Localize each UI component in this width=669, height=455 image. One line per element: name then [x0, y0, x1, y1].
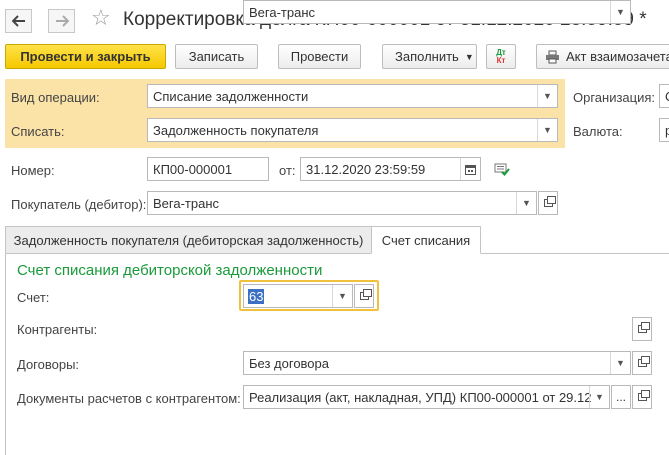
writeoff-label: Списать:	[11, 124, 65, 139]
open-docs-button[interactable]	[632, 385, 652, 409]
dropdown-arrow-icon[interactable]: ▼	[332, 285, 352, 307]
account-value: 63	[248, 289, 265, 304]
number-label: Номер:	[11, 163, 55, 178]
organization-field[interactable]: О	[659, 84, 669, 108]
tab-receivables[interactable]: Задолженность покупателя (дебиторская за…	[5, 226, 372, 254]
date-value: 31.12.2020 23:59:59	[306, 162, 426, 177]
forward-button[interactable]	[48, 9, 75, 33]
operation-value: Списание задолженности	[153, 89, 309, 104]
act-reconcile-button[interactable]: Акт взаимозачета	[536, 44, 669, 69]
operation-label: Вид операции:	[11, 90, 100, 105]
open-icon	[637, 390, 650, 401]
open-account-button[interactable]	[354, 284, 374, 308]
docs-more-button[interactable]: ...	[611, 385, 631, 409]
currency-label: Валюта:	[573, 124, 623, 139]
currency-value: р	[665, 123, 669, 138]
dropdown-arrow-icon[interactable]: ▼	[537, 85, 557, 107]
favorite-star-icon[interactable]: ☆	[91, 7, 111, 29]
act-reconcile-label: Акт взаимозачета	[566, 49, 669, 64]
counterparties-label: Контрагенты:	[17, 322, 98, 337]
back-button[interactable]	[5, 9, 32, 33]
docs-value: Реализация (акт, накладная, УПД) КП00-00…	[249, 390, 592, 405]
dropdown-arrow-icon[interactable]: ▼	[537, 119, 557, 141]
open-counterparties-button[interactable]	[632, 317, 652, 341]
calendar-button[interactable]	[460, 158, 480, 180]
save-button[interactable]: Записать	[175, 44, 258, 69]
dt-kt-icon: Дт Кт	[496, 47, 506, 65]
buyer-label: Покупатель (дебитор):	[11, 197, 147, 212]
dropdown-arrow-icon[interactable]: ▼	[516, 192, 536, 214]
open-icon	[543, 196, 556, 207]
buyer-select[interactable]: Вега-транс ▼	[147, 191, 537, 215]
organization-value: О	[665, 89, 669, 104]
printer-icon	[546, 50, 559, 63]
open-icon	[637, 322, 650, 333]
fill-label: Заполнить	[395, 49, 459, 64]
open-icon	[359, 289, 372, 300]
dropdown-arrow-icon[interactable]: ▼	[589, 386, 609, 408]
writeoff-value: Задолженность покупателя	[153, 123, 319, 138]
buyer-value: Вега-транс	[153, 196, 220, 211]
counterparties-select[interactable]: Вега-транс ▼	[243, 0, 631, 24]
fill-dropdown-button[interactable]: Заполнить ▼	[382, 44, 477, 69]
operation-select[interactable]: Списание задолженности ▼	[147, 84, 558, 108]
counterparties-value: Вега-транс	[249, 5, 316, 20]
account-select[interactable]: 63 ▼	[243, 284, 353, 308]
date-field[interactable]: 31.12.2020 23:59:59	[300, 157, 481, 181]
account-label: Счет:	[17, 290, 50, 305]
arrow-right-icon	[55, 15, 69, 27]
calendar-icon	[465, 164, 476, 175]
dropdown-arrow-icon[interactable]: ▼	[610, 352, 630, 374]
arrow-left-icon	[11, 15, 25, 27]
post-and-close-button[interactable]: Провести и закрыть	[5, 44, 166, 69]
writeoff-select[interactable]: Задолженность покупателя ▼	[147, 118, 558, 142]
number-field[interactable]: КП00-000001	[147, 157, 269, 181]
section-title: Счет списания дебиторской задолженности	[17, 262, 323, 279]
chevron-down-icon: ▼	[464, 51, 474, 62]
date-label: от:	[279, 163, 296, 178]
open-contracts-button[interactable]	[632, 351, 652, 375]
currency-field[interactable]: р	[659, 118, 669, 142]
contracts-value: Без договора	[249, 356, 329, 371]
docs-label: Документы расчетов с контрагентом:	[17, 391, 241, 406]
contracts-select[interactable]: Без договора ▼	[243, 351, 631, 375]
open-buyer-button[interactable]	[538, 191, 558, 215]
tab-writeoff-account[interactable]: Счет списания	[371, 226, 481, 254]
contracts-label: Договоры:	[17, 357, 80, 372]
post-button[interactable]: Провести	[278, 44, 361, 69]
open-icon	[637, 356, 650, 367]
dropdown-arrow-icon[interactable]: ▼	[610, 1, 630, 23]
document-status-icon[interactable]	[494, 162, 510, 179]
organization-label: Организация:	[573, 90, 656, 105]
dt-kt-button[interactable]: Дт Кт	[486, 44, 516, 69]
docs-select[interactable]: Реализация (акт, накладная, УПД) КП00-00…	[243, 385, 610, 409]
number-value: КП00-000001	[153, 162, 233, 177]
